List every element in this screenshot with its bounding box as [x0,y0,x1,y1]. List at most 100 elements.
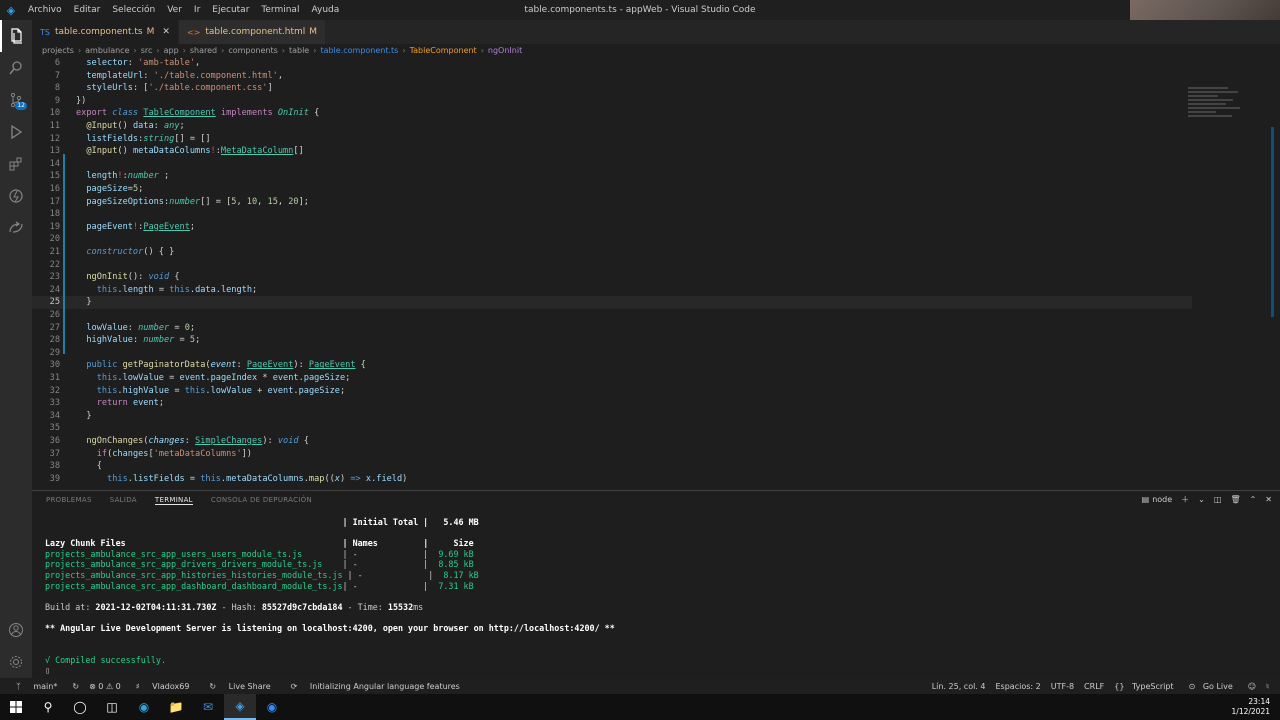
vscode-taskbar-icon[interactable]: ◈ [224,694,256,720]
language-mode[interactable]: {} TypeScript [1114,682,1178,691]
terminal-output[interactable]: | Initial Total | 5.46 MB Lazy Chunk Fil… [45,517,615,676]
file-explorer-icon[interactable]: 📁 [160,694,192,720]
trash-icon[interactable]: 🗑 [1230,495,1240,504]
code-text[interactable]: templateUrl: './table.component.html', [76,70,283,83]
code-line[interactable]: 37 if(changes['metaDataColumns']) [32,448,1192,461]
code-text[interactable]: ngOnChanges(changes: SimpleChanges): voi… [76,435,309,448]
chevron-down-icon[interactable]: ⌄ [1198,495,1205,504]
code-line[interactable]: 16 pageSize=5; [32,183,1192,196]
code-line[interactable]: 36 ngOnChanges(changes: SimpleChanges): … [32,435,1192,448]
code-text[interactable]: if(changes['metaDataColumns']) [76,448,252,461]
code-text[interactable]: constructor() { } [76,246,174,259]
code-line[interactable]: 17 pageSizeOptions:number[] = [5, 10, 15… [32,196,1192,209]
feedback-icon[interactable]: ☺ [1248,682,1256,691]
terminal-cursor[interactable]: ▯ [45,665,50,675]
sync-icon[interactable]: ↻ [72,682,79,691]
tab-table-component-html[interactable]: <> table.component.html M [178,20,327,44]
editor-scrollbar[interactable] [1271,127,1274,317]
code-line[interactable]: 30 public getPaginatorData(event: PageEv… [32,359,1192,372]
indent-spaces[interactable]: Espacios: 2 [996,682,1041,691]
code-line[interactable]: 7 templateUrl: './table.component.html', [32,70,1192,83]
breadcrumb-item[interactable]: table [289,46,309,55]
menu-terminal[interactable]: Terminal [255,0,305,20]
code-editor[interactable]: 6 selector: 'amb-table', 7 templateUrl: '… [32,57,1280,487]
breadcrumb-item[interactable]: ambulance [85,46,129,55]
code-text[interactable]: highValue: number = 5; [76,334,200,347]
problems-count[interactable]: ⊗ 0 ⚠ 0 [89,682,121,691]
task-view-icon[interactable]: ◫ [96,694,128,720]
breadcrumb-item[interactable]: ngOnInit [488,46,522,55]
chevron-up-icon[interactable]: ⌃ [1250,495,1257,504]
mail-icon[interactable]: ✉ [192,694,224,720]
breadcrumb-item[interactable]: src [141,46,153,55]
code-line[interactable]: 24 this.length = this.data.length; [32,284,1192,297]
code-text[interactable]: } [76,410,91,423]
code-line[interactable]: 18 [32,208,1192,221]
code-line[interactable]: 8 styleUrls: ['./table.component.css'] [32,82,1192,95]
tab-problems[interactable]: PROBLEMAS [46,496,92,504]
code-text[interactable]: pageEvent!:PageEvent; [76,221,195,234]
minimap[interactable] [1188,87,1248,127]
code-line[interactable]: 11 @Input() data: any; [32,120,1192,133]
code-line[interactable]: 32 this.highValue = this.lowValue + even… [32,385,1192,398]
menu-archivo[interactable]: Archivo [22,0,68,20]
run-debug-icon[interactable] [0,116,32,148]
breadcrumb-item[interactable]: shared [190,46,217,55]
code-line[interactable]: 38 { [32,460,1192,473]
code-text[interactable]: export class TableComponent implements O… [76,107,319,120]
code-line[interactable]: 23 ngOnInit(): void { [32,271,1192,284]
menu-ir[interactable]: Ir [188,0,206,20]
code-line[interactable]: 12 listFields:string[] = [] [32,133,1192,146]
close-icon[interactable]: ✕ [162,27,170,37]
tab-table-component-ts[interactable]: TS table.component.ts M ✕ [32,20,179,44]
split-terminal-icon[interactable]: ◫ [1214,495,1222,504]
live-share-button[interactable]: ↻ Live Share [204,682,275,691]
code-line[interactable]: 21 constructor() { } [32,246,1192,259]
code-text[interactable]: styleUrls: ['./table.component.css'] [76,82,272,95]
code-line[interactable]: 29 [32,347,1192,360]
tab-terminal[interactable]: TERMINAL [154,496,193,505]
breadcrumb-item[interactable]: app [164,46,179,55]
code-line[interactable]: 9}) [32,95,1192,108]
edge-browser-icon[interactable]: ◉ [128,694,160,720]
notifications-bell-icon[interactable]: ♮ [1266,682,1269,691]
code-text[interactable]: @Input() metaDataColumns!:MetaDataColumn… [76,145,303,158]
breadcrumb-item[interactable]: TableComponent [410,46,477,55]
tab-debug-console[interactable]: CONSOLA DE DEPURACIÓN [211,496,312,504]
code-line[interactable]: 34 } [32,410,1192,423]
menu-ayuda[interactable]: Ayuda [305,0,345,20]
code-line[interactable]: 19 pageEvent!:PageEvent; [32,221,1192,234]
code-line[interactable]: 25 } [32,296,1192,309]
code-line[interactable]: 35 [32,422,1192,435]
zoom-icon[interactable]: ◉ [256,694,288,720]
explorer-icon[interactable] [0,20,32,52]
system-clock[interactable]: 23:14 1/12/2021 [1232,697,1270,717]
code-text[interactable]: pageSize=5; [76,183,143,196]
code-line[interactable]: 22 [32,259,1192,272]
code-text[interactable]: } [76,296,91,309]
code-line[interactable]: 20 [32,233,1192,246]
account-icon[interactable] [0,614,32,646]
breadcrumb-item[interactable]: components [228,46,277,55]
code-text[interactable]: this.lowValue = event.pageIndex * event.… [76,372,351,385]
code-line[interactable]: 27 lowValue: number = 0; [32,322,1192,335]
search-icon[interactable] [0,52,32,84]
extensions-icon[interactable] [0,148,32,180]
code-text[interactable]: public getPaginatorData(event: PageEvent… [76,359,366,372]
settings-gear-icon[interactable] [0,646,32,678]
code-text[interactable]: listFields:string[] = [] [76,133,210,146]
code-text[interactable]: ngOnInit(): void { [76,271,179,284]
code-line[interactable]: 31 this.lowValue = event.pageIndex * eve… [32,372,1192,385]
live-share-user[interactable]: ♯ Vladox69 [131,682,195,691]
code-line[interactable]: 28 highValue: number = 5; [32,334,1192,347]
code-text[interactable]: lowValue: number = 0; [76,322,195,335]
code-text[interactable]: pageSizeOptions:number[] = [5, 10, 15, 2… [76,196,309,209]
breadcrumb-item[interactable]: table.component.ts [320,46,398,55]
code-text[interactable]: length!:number ; [76,170,169,183]
code-line[interactable]: 33 return event; [32,397,1192,410]
code-text[interactable]: @Input() data: any; [76,120,184,133]
remote-icon[interactable] [0,180,32,212]
code-text[interactable]: { [76,460,102,473]
code-line[interactable]: 10 export class TableComponent implements… [32,107,1192,120]
menu-ver[interactable]: Ver [161,0,188,20]
